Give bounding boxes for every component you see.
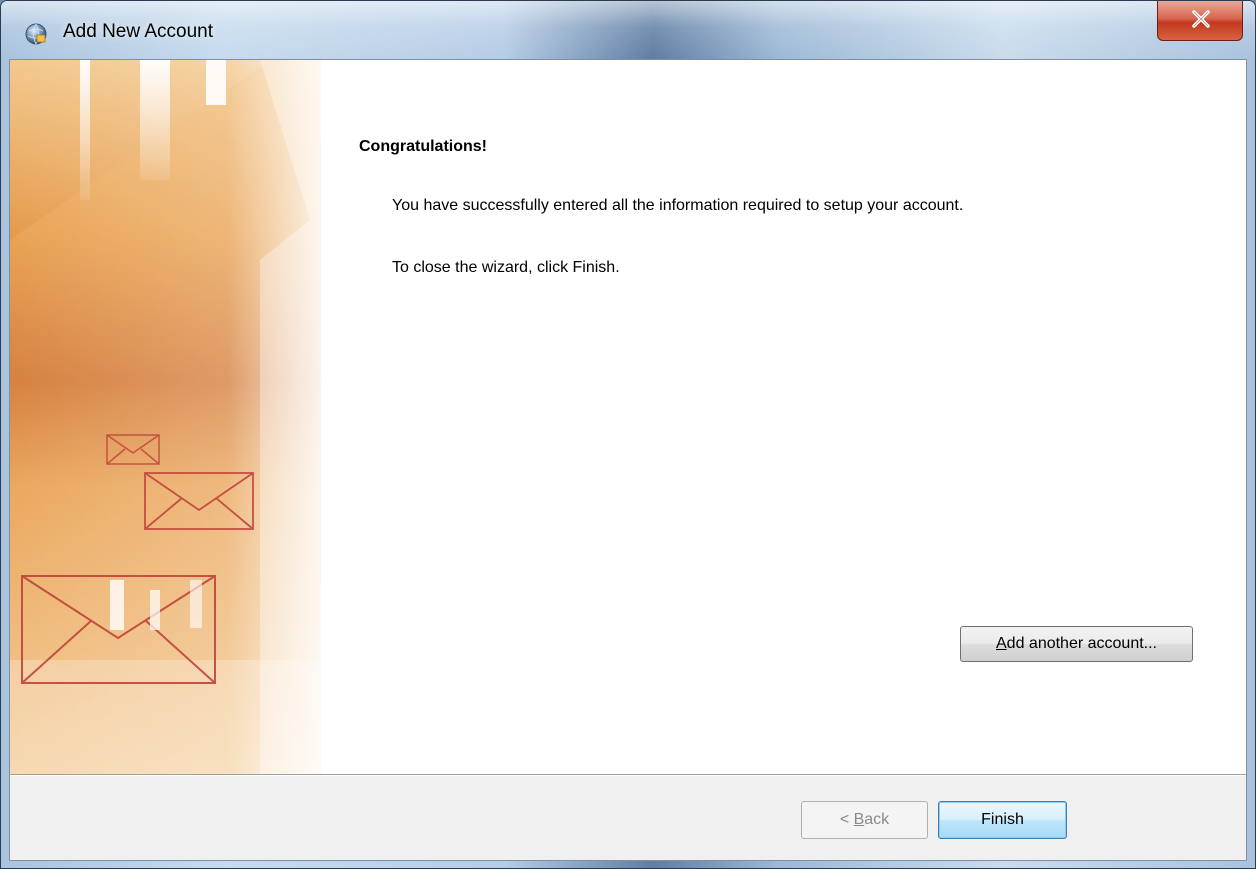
add-another-account-button[interactable]: Add another account... xyxy=(960,626,1193,662)
back-label: ack xyxy=(864,811,890,828)
add-another-account-label: dd another account... xyxy=(1006,635,1157,652)
wizard-page: Congratulations! You have successfully e… xyxy=(10,60,1246,774)
window-title: Add New Account xyxy=(63,21,213,42)
finish-button[interactable]: Finish xyxy=(938,801,1067,839)
title-bar[interactable]: Add New Account xyxy=(1,1,1255,59)
add-another-account-mnemonic: A xyxy=(996,635,1007,652)
back-button[interactable]: < Back xyxy=(801,801,928,839)
back-mnemonic: B xyxy=(853,811,865,828)
close-instruction: To close the wizard, click Finish. xyxy=(392,259,620,276)
close-button[interactable] xyxy=(1157,1,1243,41)
page-heading: Congratulations! xyxy=(359,138,487,155)
footer-divider xyxy=(10,774,1246,776)
outlook-globe-icon xyxy=(25,23,47,45)
success-message: You have successfully entered all the in… xyxy=(392,197,964,214)
add-account-window: Add New Account Congratulations! You hav… xyxy=(0,0,1256,869)
close-icon xyxy=(1192,10,1210,28)
wizard-banner-art xyxy=(10,60,321,774)
dialog-client-area: Congratulations! You have successfully e… xyxy=(9,59,1247,861)
back-prefix: < xyxy=(839,811,854,828)
